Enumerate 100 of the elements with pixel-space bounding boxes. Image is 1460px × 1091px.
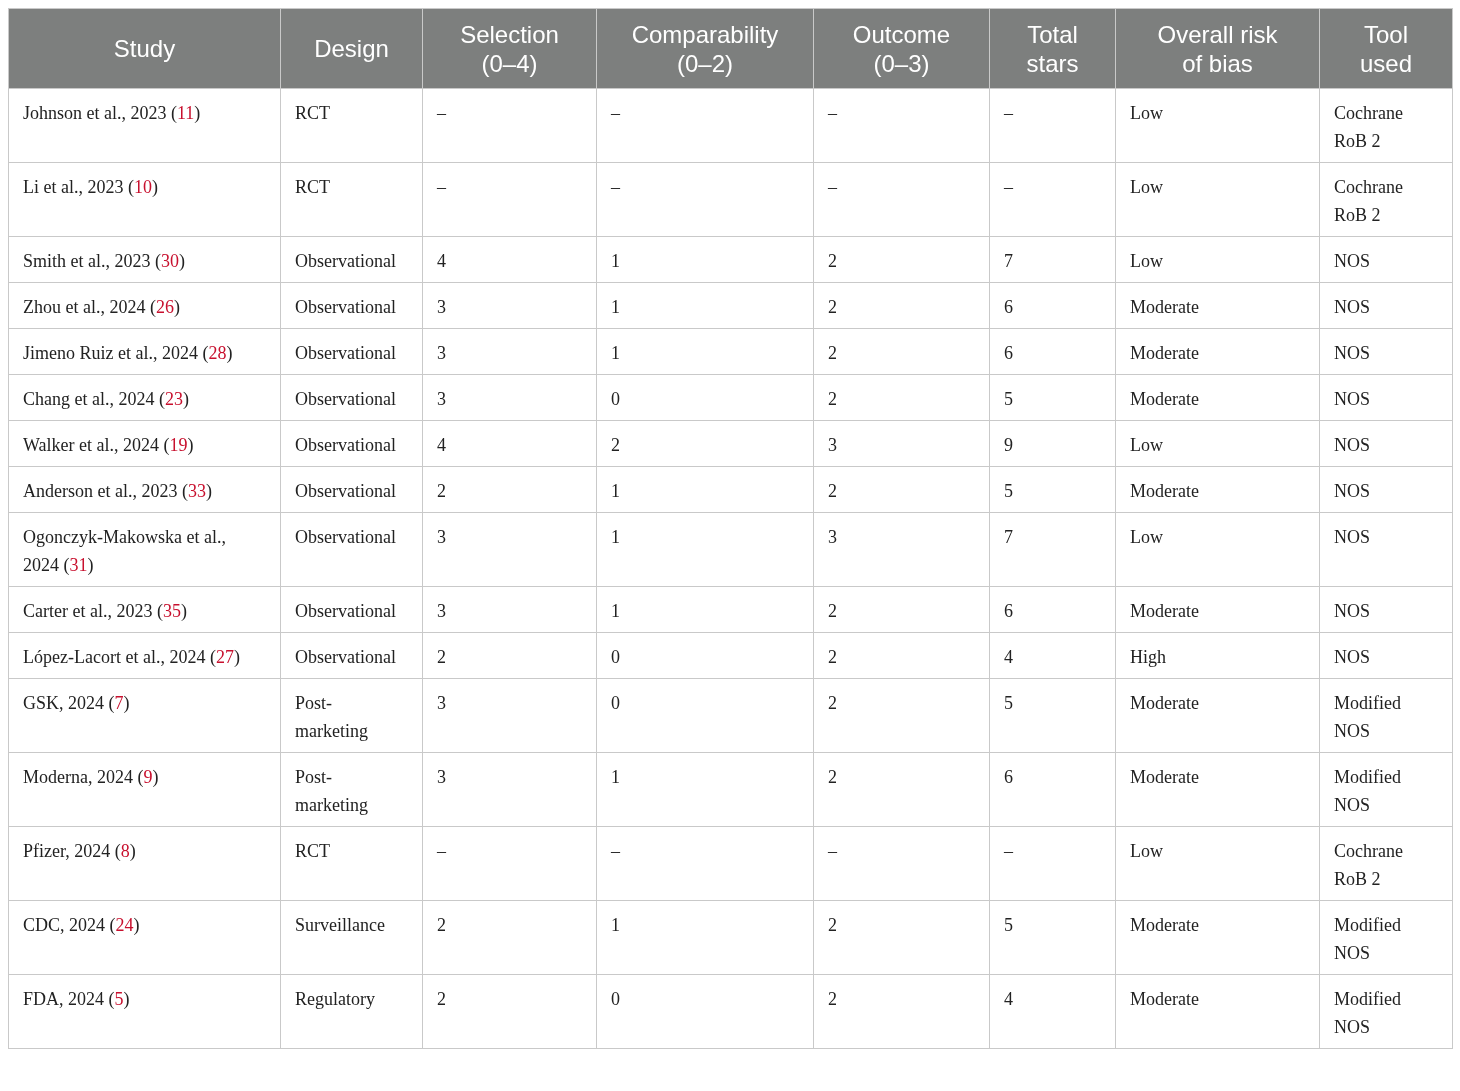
table-cell: 2: [596, 420, 814, 467]
table-cell: Modified NOS: [1319, 678, 1453, 753]
table-cell: 0: [596, 678, 814, 753]
table-cell: Moderna, 2024 (9): [8, 752, 281, 827]
table-cell: Johnson et al., 2023 (11): [8, 88, 281, 163]
reference-link[interactable]: 30: [161, 251, 179, 271]
table-cell: 1: [596, 236, 814, 283]
table-cell: Modified NOS: [1319, 900, 1453, 975]
table-cell: 2: [813, 632, 990, 679]
table-cell: Surveillance: [280, 900, 423, 975]
table-cell: 3: [422, 678, 597, 753]
table-cell: NOS: [1319, 586, 1453, 633]
table-cell: High: [1115, 632, 1320, 679]
reference-link[interactable]: 23: [165, 389, 183, 409]
table-cell: 2: [813, 282, 990, 329]
reference-link[interactable]: 8: [120, 841, 130, 861]
table-cell: 3: [422, 512, 597, 587]
table-cell: NOS: [1319, 328, 1453, 375]
table-cell: –: [813, 88, 990, 163]
table-cell: RCT: [280, 88, 423, 163]
table-cell: Low: [1115, 512, 1320, 587]
reference-link[interactable]: 27: [215, 647, 234, 667]
table-cell: –: [422, 162, 597, 237]
reference-link[interactable]: 5: [114, 989, 124, 1009]
table-cell: 9: [989, 420, 1116, 467]
table-cell: 2: [813, 328, 990, 375]
table-cell: 1: [596, 586, 814, 633]
table-cell: Modified NOS: [1319, 752, 1453, 827]
table-cell: NOS: [1319, 282, 1453, 329]
column-header: Comparability (0–2): [596, 8, 814, 89]
table-cell: Chang et al., 2024 (23): [8, 374, 281, 421]
table-cell: –: [596, 88, 814, 163]
table-cell: GSK, 2024 (7): [8, 678, 281, 753]
column-header: Tool used: [1319, 8, 1453, 89]
reference-link[interactable]: 11: [177, 103, 195, 123]
table-cell: Observational: [280, 374, 423, 421]
table-cell: Moderate: [1115, 328, 1320, 375]
table-cell: Walker et al., 2024 (19): [8, 420, 281, 467]
table-cell: Moderate: [1115, 374, 1320, 421]
table-cell: 2: [422, 974, 597, 1049]
reference-link[interactable]: 10: [134, 177, 152, 197]
table-cell: 2: [422, 900, 597, 975]
table-cell: Low: [1115, 236, 1320, 283]
table-cell: 4: [989, 632, 1116, 679]
table-cell: –: [422, 88, 597, 163]
table-cell: NOS: [1319, 632, 1453, 679]
table-cell: 0: [596, 374, 814, 421]
table-cell: 3: [813, 420, 990, 467]
table-cell: Moderate: [1115, 752, 1320, 827]
table-cell: 2: [813, 466, 990, 513]
reference-link[interactable]: 28: [208, 343, 227, 363]
table-cell: Carter et al., 2023 (35): [8, 586, 281, 633]
table-cell: –: [989, 88, 1116, 163]
reference-link[interactable]: 33: [187, 481, 206, 501]
table-cell: 1: [596, 900, 814, 975]
table-cell: CDC, 2024 (24): [8, 900, 281, 975]
table-cell: 5: [989, 374, 1116, 421]
reference-link[interactable]: 31: [69, 555, 88, 575]
table-cell: –: [596, 826, 814, 901]
table-cell: 5: [989, 678, 1116, 753]
table-cell: Cochrane RoB 2: [1319, 162, 1453, 237]
reference-link[interactable]: 35: [162, 601, 181, 621]
table-cell: Low: [1115, 420, 1320, 467]
reference-link[interactable]: 24: [115, 915, 134, 935]
table-cell: 5: [989, 466, 1116, 513]
table-cell: Li et al., 2023 (10): [8, 162, 281, 237]
table-cell: FDA, 2024 (5): [8, 974, 281, 1049]
table-cell: 3: [813, 512, 990, 587]
table-cell: Low: [1115, 826, 1320, 901]
table-cell: RCT: [280, 826, 423, 901]
column-header: Outcome (0–3): [813, 8, 990, 89]
table-cell: 2: [813, 374, 990, 421]
table-cell: Smith et al., 2023 (30): [8, 236, 281, 283]
reference-link[interactable]: 7: [114, 693, 124, 713]
table-cell: 2: [813, 678, 990, 753]
table-cell: 2: [813, 586, 990, 633]
table-cell: 6: [989, 282, 1116, 329]
table-cell: Post-marketing: [280, 678, 423, 753]
reference-link[interactable]: 19: [169, 435, 188, 455]
table-cell: 2: [813, 974, 990, 1049]
table-cell: NOS: [1319, 420, 1453, 467]
table-cell: Observational: [280, 282, 423, 329]
table-cell: Jimeno Ruiz et al., 2024 (28): [8, 328, 281, 375]
table-cell: 3: [422, 374, 597, 421]
table-cell: Zhou et al., 2024 (26): [8, 282, 281, 329]
table-cell: –: [989, 162, 1116, 237]
table-cell: 3: [422, 752, 597, 827]
table-cell: 1: [596, 752, 814, 827]
table-cell: 4: [422, 236, 597, 283]
reference-link[interactable]: 26: [156, 297, 174, 317]
table-cell: Ogonczyk-Makowska et al., 2024 (31): [8, 512, 281, 587]
table-cell: Observational: [280, 420, 423, 467]
table-cell: Observational: [280, 236, 423, 283]
table-cell: Regulatory: [280, 974, 423, 1049]
table-cell: Observational: [280, 466, 423, 513]
table-cell: Moderate: [1115, 974, 1320, 1049]
table-cell: NOS: [1319, 512, 1453, 587]
table-cell: 6: [989, 586, 1116, 633]
table-cell: NOS: [1319, 236, 1453, 283]
reference-link[interactable]: 9: [143, 767, 153, 787]
